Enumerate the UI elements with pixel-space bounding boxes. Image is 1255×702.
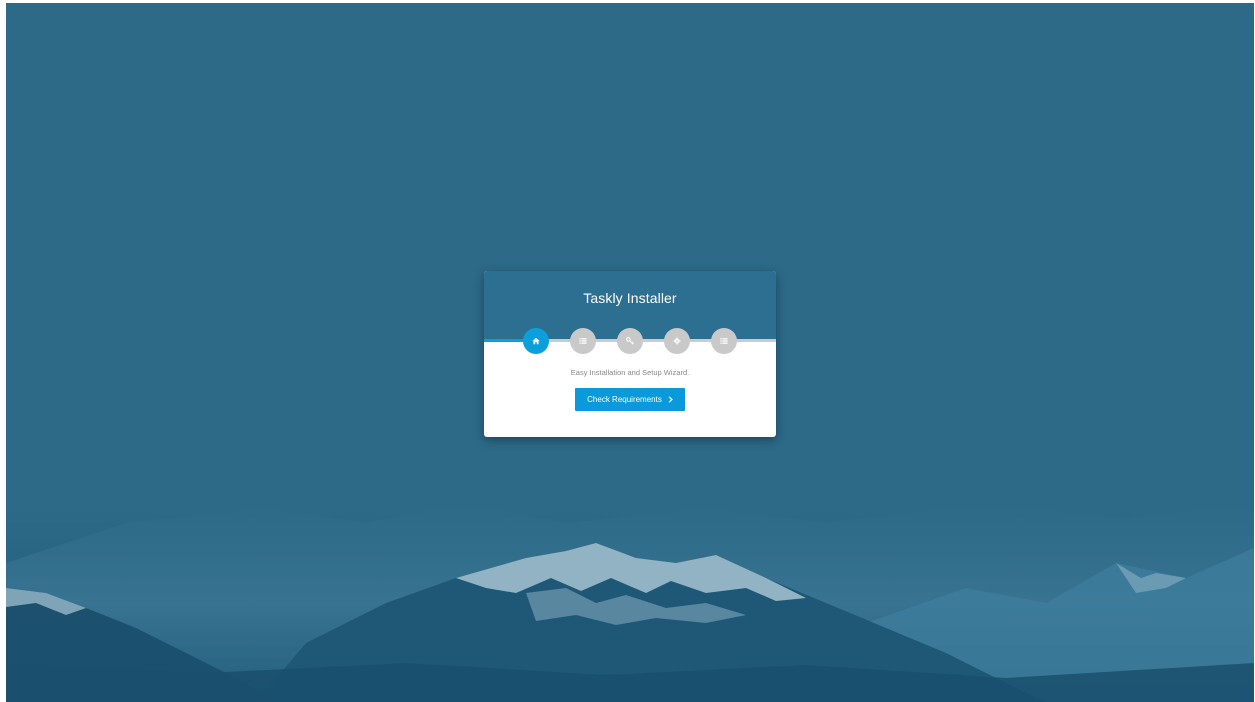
check-requirements-button[interactable]: Check Requirements	[575, 388, 685, 411]
chevron-right-icon	[668, 396, 673, 403]
installer-subtitle: Easy Installation and Setup Wizard.	[570, 368, 690, 377]
installer-title: Taskly Installer	[583, 290, 677, 306]
list-icon	[720, 338, 728, 344]
home-icon	[532, 337, 540, 345]
key-icon	[626, 337, 634, 345]
installer-screen: Taskly Installer Easy Installation and S…	[6, 3, 1254, 702]
gear-icon	[673, 337, 681, 345]
installer-card: Taskly Installer Easy Installation and S…	[484, 271, 776, 437]
step-5-finish[interactable]	[711, 328, 737, 354]
step-1-home[interactable]	[523, 328, 549, 354]
step-2-requirements[interactable]	[570, 328, 596, 354]
step-3-permissions[interactable]	[617, 328, 643, 354]
check-requirements-label: Check Requirements	[587, 395, 662, 404]
step-4-settings[interactable]	[664, 328, 690, 354]
list-icon	[579, 338, 587, 344]
